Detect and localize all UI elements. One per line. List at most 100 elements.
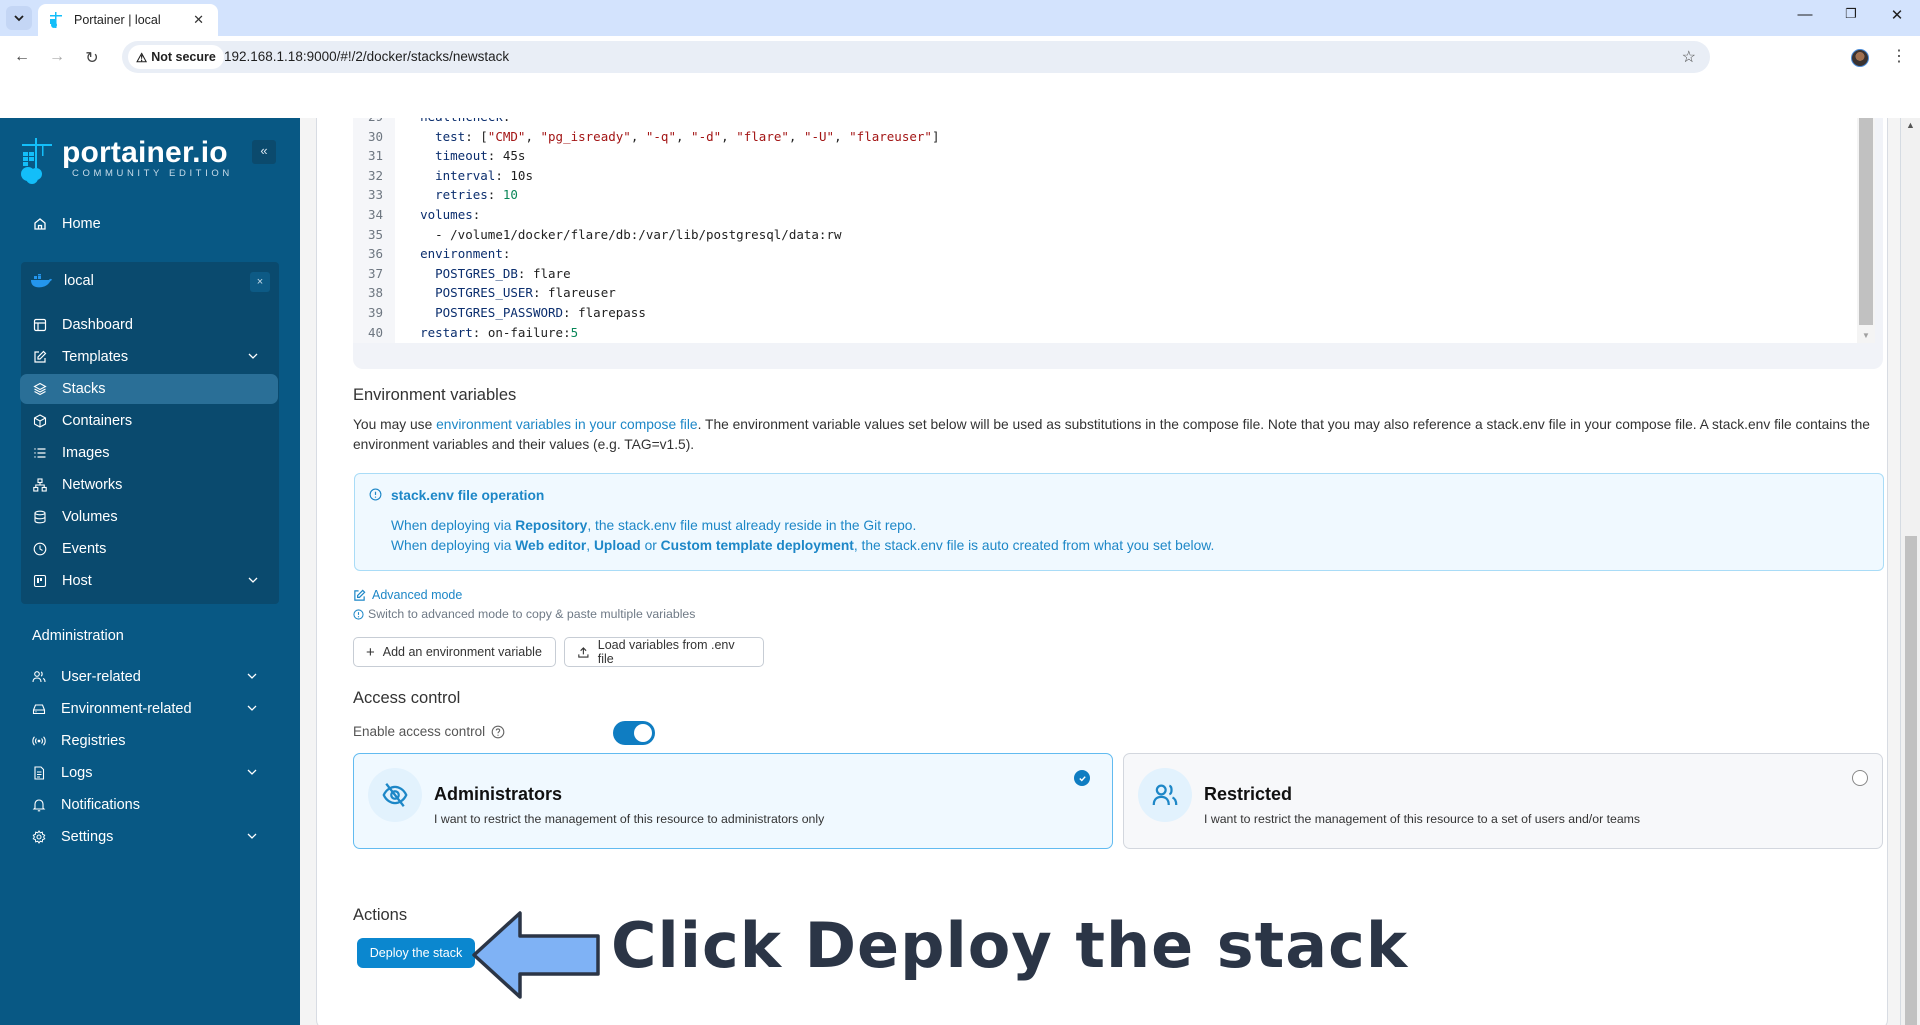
eye-off-icon [368,768,422,822]
browser-tab[interactable]: Portainer | local ✕ [38,4,218,36]
sidebar-item-user-related[interactable]: User-related [19,662,277,692]
code-line[interactable]: retries: 10 [405,185,518,205]
sidebar-item-volumes[interactable]: Volumes [20,502,278,532]
help-icon[interactable] [491,725,505,739]
page-scrollbar-thumb[interactable] [1905,536,1917,1025]
editor-scrollbar[interactable]: ▼ [1857,118,1875,343]
code-line[interactable]: POSTGRES_DB: flare [405,264,571,284]
code-token: 10s [510,167,533,183]
environment-header[interactable]: local [20,266,278,296]
code-token: POSTGRES_PASSWORD [435,305,564,320]
code-line[interactable]: volumes: [405,205,480,225]
code-line[interactable]: test: ["CMD", "pg_isready", "-q", "-d", … [405,127,939,147]
line-number: 36 [367,246,383,262]
code-token: "-U" [803,128,835,144]
load-env-file-button[interactable]: Load variables from .env file [564,637,764,667]
code-token: flare [532,265,571,281]
tab-close-icon[interactable]: ✕ [193,12,204,28]
sidebar: portainer.io COMMUNITY EDITION « Home lo… [0,118,300,1025]
sidebar-item-environment-related[interactable]: Environment-related [19,694,277,724]
scroll-up-arrow-icon[interactable]: ▲ [1906,120,1915,130]
code-token: : [495,167,511,183]
option-title: Restricted [1204,784,1293,804]
bookmark-star-icon[interactable]: ☆ [1682,47,1696,67]
sidebar-item-label: Volumes [62,509,118,525]
editor-scrollbar-thumb[interactable] [1859,118,1873,325]
web-editor-container: 29 healthcheck: 30 test: ["CMD", "pg_isre… [353,118,1883,369]
code-line[interactable]: healthcheck: [405,118,510,127]
sidebar-item-settings[interactable]: Settings [19,822,277,852]
env-vars-title: Environment variables [353,386,517,404]
forward-icon[interactable]: → [45,48,69,66]
warning-icon: ⚠ [136,50,148,65]
environment-close-button[interactable]: × [250,272,270,292]
compose-editor[interactable]: 29 healthcheck: 30 test: ["CMD", "pg_isre… [353,118,1875,343]
close-window-icon[interactable]: ✕ [1882,6,1912,24]
actions-title: Actions [353,906,408,924]
plus-icon: + [366,643,375,661]
code-token: - /volume1/docker/flare/db:/var/lib/post… [435,226,842,242]
option-title: Administrators [434,784,563,804]
code-token: "CMD" [487,128,526,144]
advanced-mode-link[interactable]: Advanced mode [353,588,462,602]
code-token: : [563,305,579,320]
back-icon[interactable]: ← [10,48,34,66]
code-token: timeout [435,148,488,164]
sidebar-item-dashboard[interactable]: Dashboard [20,310,278,340]
deploy-stack-button[interactable]: Deploy the stack [357,938,475,968]
access-option-administrators[interactable]: Administrators I want to restrict the ma… [353,753,1113,849]
code-line[interactable]: - /volume1/docker/flare/db:/var/lib/post… [405,225,842,245]
page-scrollbar[interactable]: ▲ [1900,118,1920,1025]
access-option-restricted[interactable]: Restricted I want to restrict the manage… [1123,753,1883,849]
code-token: : [532,285,549,301]
reload-icon[interactable]: ↻ [80,48,104,68]
code-token: , [834,128,850,144]
browser-menu-icon[interactable]: ⋮ [1891,46,1907,66]
sidebar-item-home[interactable]: Home [20,209,278,239]
sidebar-item-label: Registries [61,733,126,749]
tab-search-button[interactable] [6,6,32,30]
portainer-logo[interactable]: portainer.io COMMUNITY EDITION [20,138,233,184]
restore-icon[interactable]: ❐ [1836,6,1866,22]
sidebar-item-images[interactable]: Images [20,438,278,468]
address-bar[interactable]: ⚠ Not secure 192.168.1.18:9000/#!/2/dock… [122,41,1710,73]
unselected-radio[interactable] [1852,770,1868,786]
sidebar-item-events[interactable]: Events [20,534,278,564]
code-line[interactable]: restart: on-failure:5 [405,323,578,343]
collapse-sidebar-button[interactable]: « [252,140,276,164]
code-token: 5 [570,324,579,340]
sidebar-item-networks[interactable]: Networks [20,470,278,500]
administration-heading: Administration [32,628,124,644]
browser-toolbar: ← → ↻ ⚠ Not secure 192.168.1.18:9000/#!/… [0,36,1920,118]
sidebar-item-templates[interactable]: Templates [20,342,278,372]
code-line[interactable]: environment: [405,244,510,264]
sidebar-item-stacks[interactable]: Stacks [20,374,278,404]
code-line[interactable]: timeout: 45s [405,146,525,166]
url-text[interactable]: 192.168.1.18:9000/#!/2/docker/stacks/new… [224,49,509,64]
sidebar-item-containers[interactable]: Containers [20,406,278,436]
annotation-arrow-icon [472,911,600,999]
users-icon [31,669,47,685]
code-line[interactable]: POSTGRES_PASSWORD: flarepass [405,303,646,323]
sidebar-item-host[interactable]: Host [20,566,278,596]
code-token: : [487,148,503,164]
profile-avatar[interactable] [1851,49,1869,67]
access-control-toggle[interactable] [613,721,655,745]
sidebar-item-registries[interactable]: Registries [19,726,277,756]
code-line[interactable]: interval: 10s [405,166,533,186]
minimize-icon[interactable]: — [1790,6,1820,23]
scroll-down-arrow-icon[interactable]: ▼ [1862,331,1870,340]
security-chip[interactable]: ⚠ Not secure [128,45,224,69]
add-env-variable-button[interactable]: + Add an environment variable [353,637,556,667]
code-token: : [517,265,533,281]
sidebar-item-logs[interactable]: Logs [19,758,277,788]
option-description: I want to restrict the management of thi… [434,812,825,826]
logo-edition: COMMUNITY EDITION [72,168,233,179]
chevron-down-icon [247,705,257,711]
sidebar-item-label: Host [62,573,92,589]
hard-drive-icon [31,701,47,717]
sidebar-item-notifications[interactable]: Notifications [19,790,277,820]
layers-icon [32,381,48,397]
code-line[interactable]: POSTGRES_USER: flareuser [405,283,616,303]
env-vars-docs-link[interactable]: environment variables in your compose fi… [436,417,698,432]
